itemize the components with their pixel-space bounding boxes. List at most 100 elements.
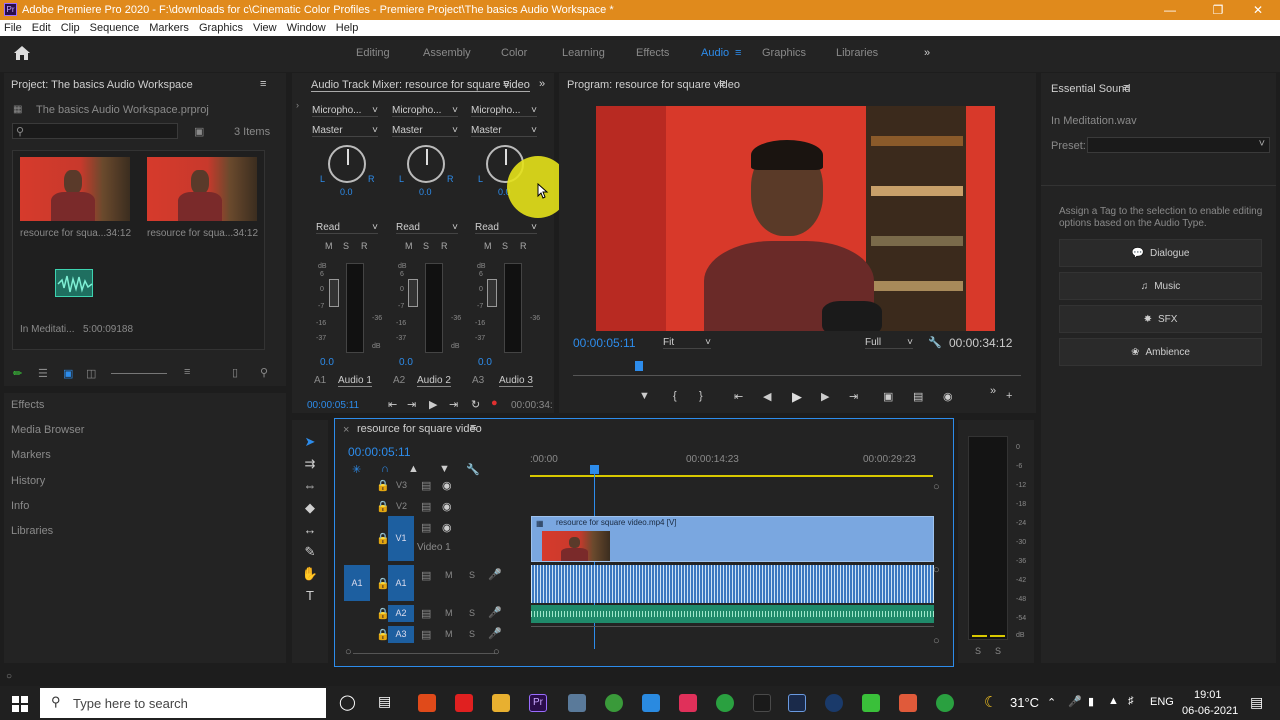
solo-right-button[interactable]: S <box>995 646 1001 656</box>
pan-knob[interactable] <box>407 145 445 183</box>
go-to-in-icon[interactable]: ⇤ <box>734 390 743 403</box>
item-name[interactable]: resource for squa... <box>20 228 106 239</box>
solo-button[interactable]: S <box>469 629 475 639</box>
solo-button[interactable]: S <box>502 241 508 251</box>
zoom-select[interactable]: Fit ˅ <box>663 337 711 349</box>
freeform-view-icon[interactable]: ◫ <box>86 367 96 380</box>
camtasia-icon[interactable] <box>862 694 880 712</box>
zoom-handle-left[interactable]: ○ <box>345 646 352 658</box>
workspace-audio[interactable]: Audio <box>701 47 729 59</box>
mixer-timecode[interactable]: 00:00:05:11 <box>307 400 359 411</box>
menu-markers[interactable]: Markers <box>149 22 189 34</box>
volume-value[interactable]: 0.0 <box>399 357 413 368</box>
panel-libraries[interactable]: Libraries <box>11 525 53 537</box>
voiceover-mic-icon[interactable]: 🎤 <box>488 568 502 581</box>
scroll-handle[interactable]: ○ <box>933 481 940 493</box>
lift-icon[interactable]: ▣ <box>883 390 893 403</box>
pan-knob[interactable] <box>328 145 366 183</box>
wifi-icon[interactable]: ▲ <box>1108 695 1119 707</box>
weather-moon-icon[interactable]: ☾ <box>984 693 997 711</box>
music-button[interactable]: ♫ Music <box>1059 272 1262 300</box>
notifications-icon[interactable]: ▤ <box>1250 694 1263 711</box>
battery-icon[interactable]: ▮ <box>1088 695 1094 708</box>
audio-waveform-icon[interactable] <box>55 269 93 297</box>
more-workspaces-icon[interactable]: » <box>924 47 930 59</box>
sync-lock-icon[interactable]: ▤ <box>421 628 431 641</box>
file-explorer-icon[interactable] <box>492 694 510 712</box>
sort-icon[interactable]: ≡ <box>184 366 190 378</box>
mute-button[interactable]: M <box>405 241 413 251</box>
volume-icon[interactable]: ♯ <box>1128 695 1134 707</box>
voiceover-mic-icon[interactable]: 🎤 <box>488 627 502 640</box>
project-search-input[interactable] <box>12 123 178 139</box>
workspace-graphics[interactable]: Graphics <box>762 47 806 59</box>
play-icon[interactable]: ▶ <box>792 389 802 405</box>
button-editor-icon[interactable]: + <box>1006 390 1012 402</box>
workspace-menu-icon[interactable]: ≡ <box>735 47 741 59</box>
go-to-out-icon[interactable]: ⇥ <box>407 398 416 411</box>
selection-tool-icon[interactable]: ➤ <box>300 434 320 452</box>
sequence-tab[interactable]: resource for square video <box>357 423 482 435</box>
automation-mode-select[interactable]: Read ˅ <box>396 222 458 234</box>
loop-icon[interactable]: ↻ <box>471 398 480 411</box>
voiceover-mic-icon[interactable]: 🎤 <box>488 606 502 619</box>
panel-menu-icon[interactable]: ≡ <box>719 78 725 90</box>
sync-lock-icon[interactable]: ▤ <box>421 521 431 534</box>
zoom-slider[interactable] <box>111 373 167 374</box>
steam-icon[interactable] <box>825 694 843 712</box>
menu-edit[interactable]: Edit <box>32 22 51 34</box>
item-name[interactable]: resource for squa... <box>147 228 233 239</box>
workspace-libraries[interactable]: Libraries <box>836 47 878 59</box>
record-button[interactable]: R <box>520 241 527 251</box>
workspace-editing[interactable]: Editing <box>356 47 390 59</box>
solo-button[interactable]: S <box>343 241 349 251</box>
clock-time[interactable]: 19:01 <box>1194 689 1222 701</box>
panel-menu-icon[interactable]: ≡ <box>260 78 266 90</box>
sync-lock-icon[interactable]: ▤ <box>421 479 431 492</box>
new-bin-icon[interactable]: ▣ <box>194 125 204 138</box>
volume-fader[interactable] <box>487 279 497 307</box>
play-in-to-out-icon[interactable]: ⇥ <box>449 398 458 411</box>
panel-info[interactable]: Info <box>11 500 29 512</box>
volume-fader[interactable] <box>408 279 418 307</box>
home-icon[interactable] <box>13 45 31 61</box>
output-select[interactable]: Master ˅ <box>392 125 458 137</box>
close-sequence-icon[interactable]: × <box>343 424 349 436</box>
temperature[interactable]: 31°C <box>1010 695 1039 710</box>
workspace-effects[interactable]: Effects <box>636 47 669 59</box>
eye-icon[interactable]: ◉ <box>442 500 452 513</box>
sync-lock-icon[interactable]: ▤ <box>421 500 431 513</box>
ambience-button[interactable]: ❀ Ambience <box>1059 338 1262 366</box>
record-icon[interactable]: ● <box>491 397 498 409</box>
find-icon[interactable]: ⚲ <box>260 366 268 379</box>
volume-value[interactable]: 0.0 <box>478 357 492 368</box>
mute-button[interactable]: M <box>325 241 333 251</box>
close-icon[interactable]: ✕ <box>1236 0 1280 20</box>
camera-icon[interactable]: ◉ <box>943 390 953 403</box>
type-tool-icon[interactable]: T <box>300 588 320 606</box>
more-controls-icon[interactable]: » <box>990 385 996 397</box>
razor-tool-icon[interactable]: ◆ <box>300 500 320 518</box>
windows-start-icon[interactable] <box>12 696 28 712</box>
office-icon[interactable] <box>418 694 436 712</box>
menu-file[interactable]: File <box>4 22 22 34</box>
cortana-icon[interactable]: ◯ <box>339 693 356 711</box>
chrome-icon[interactable] <box>605 694 623 712</box>
icon-view-icon[interactable]: ▣ <box>63 367 73 380</box>
mark-out-icon[interactable]: } <box>699 390 703 402</box>
record-button[interactable]: R <box>361 241 368 251</box>
taskbar-search-input[interactable]: ⚲ Type here to search <box>40 688 326 718</box>
sync-lock-icon[interactable]: ▤ <box>421 569 431 582</box>
go-to-out-icon[interactable]: ⇥ <box>849 390 858 403</box>
sfx-button[interactable]: ✸ SFX <box>1059 305 1262 333</box>
pen-write-icon[interactable]: ✏ <box>13 367 22 380</box>
linked-selection-icon[interactable]: ▲ <box>408 463 419 475</box>
eye-icon[interactable]: ◉ <box>442 479 452 492</box>
ripple-edit-tool-icon[interactable]: ⇔ <box>300 478 320 496</box>
nest-icon[interactable]: ✳ <box>352 463 361 476</box>
restore-icon[interactable]: ❐ <box>1196 0 1240 20</box>
automation-mode-select[interactable]: Read ˅ <box>475 222 537 234</box>
item-name[interactable]: In Meditati... <box>20 324 74 335</box>
input-select[interactable]: Micropho... ˅ <box>392 105 458 117</box>
solo-button[interactable]: S <box>469 570 475 580</box>
